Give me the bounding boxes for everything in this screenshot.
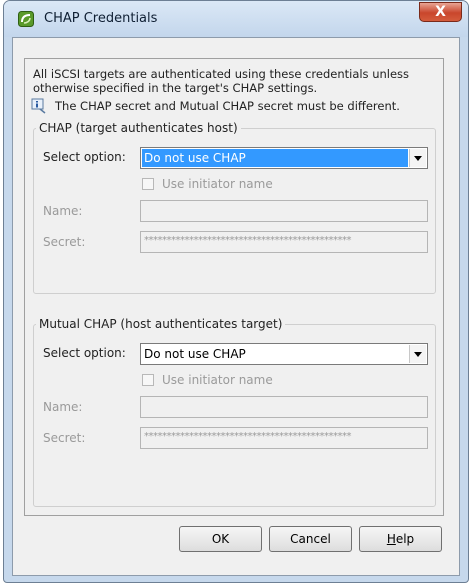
mutual-chap-use-initiator-checkbox[interactable] [142, 374, 154, 386]
chap-name-label: Name: [43, 204, 83, 218]
dialog-body: All iSCSI targets are authenticated usin… [12, 37, 460, 576]
vsphere-app-icon [18, 11, 34, 27]
chap-use-initiator-label: Use initiator name [162, 177, 273, 191]
secret-note: The CHAP secret and Mutual CHAP secret m… [55, 99, 400, 113]
close-button[interactable]: X [419, 2, 462, 22]
cancel-button[interactable]: Cancel [269, 526, 352, 552]
chap-use-initiator-checkbox[interactable] [142, 178, 154, 190]
mutual-chap-group: Mutual CHAP (host authenticates target) … [33, 317, 436, 507]
close-icon: X [435, 4, 446, 20]
mutual-chap-select-label: Select option: [43, 346, 126, 360]
help-mnemonic: H [386, 532, 396, 546]
help-button[interactable]: Help [359, 526, 442, 552]
window-title: CHAP Credentials [44, 11, 158, 26]
chap-name-field[interactable] [140, 200, 428, 222]
credentials-panel: All iSCSI targets are authenticated usin… [24, 58, 444, 516]
mutual-chap-secret-field[interactable]: ****************************************… [140, 427, 428, 449]
mutual-chap-select-value: Do not use CHAP [144, 347, 246, 361]
mutual-chap-secret-label: Secret: [43, 431, 86, 445]
mutual-chap-group-legend: Mutual CHAP (host authenticates target) [39, 317, 283, 331]
chevron-down-icon[interactable] [409, 149, 426, 167]
chap-group: CHAP (target authenticates host) Select … [33, 121, 436, 294]
chap-secret-label: Secret: [43, 235, 86, 249]
chap-select-label: Select option: [43, 150, 126, 164]
ok-button[interactable]: OK [179, 526, 262, 552]
mutual-chap-use-initiator-label: Use initiator name [162, 373, 273, 387]
chap-select[interactable]: Do not use CHAP [140, 147, 428, 169]
help-label-rest: elp [395, 532, 415, 546]
chap-group-legend: CHAP (target authenticates host) [39, 121, 238, 135]
mutual-chap-name-label: Name: [43, 400, 83, 414]
intro-text: All iSCSI targets are authenticated usin… [33, 67, 410, 95]
chap-secret-field[interactable]: ****************************************… [140, 231, 428, 253]
dialog-window: CHAP Credentials X All iSCSI targets are… [3, 0, 469, 583]
mutual-chap-name-field[interactable] [140, 396, 428, 418]
info-note-icon [31, 98, 46, 114]
mutual-chap-select[interactable]: Do not use CHAP [140, 343, 428, 365]
title-bar[interactable]: CHAP Credentials X [4, 1, 468, 37]
chevron-down-icon[interactable] [409, 345, 426, 363]
chap-select-value: Do not use CHAP [142, 149, 408, 167]
